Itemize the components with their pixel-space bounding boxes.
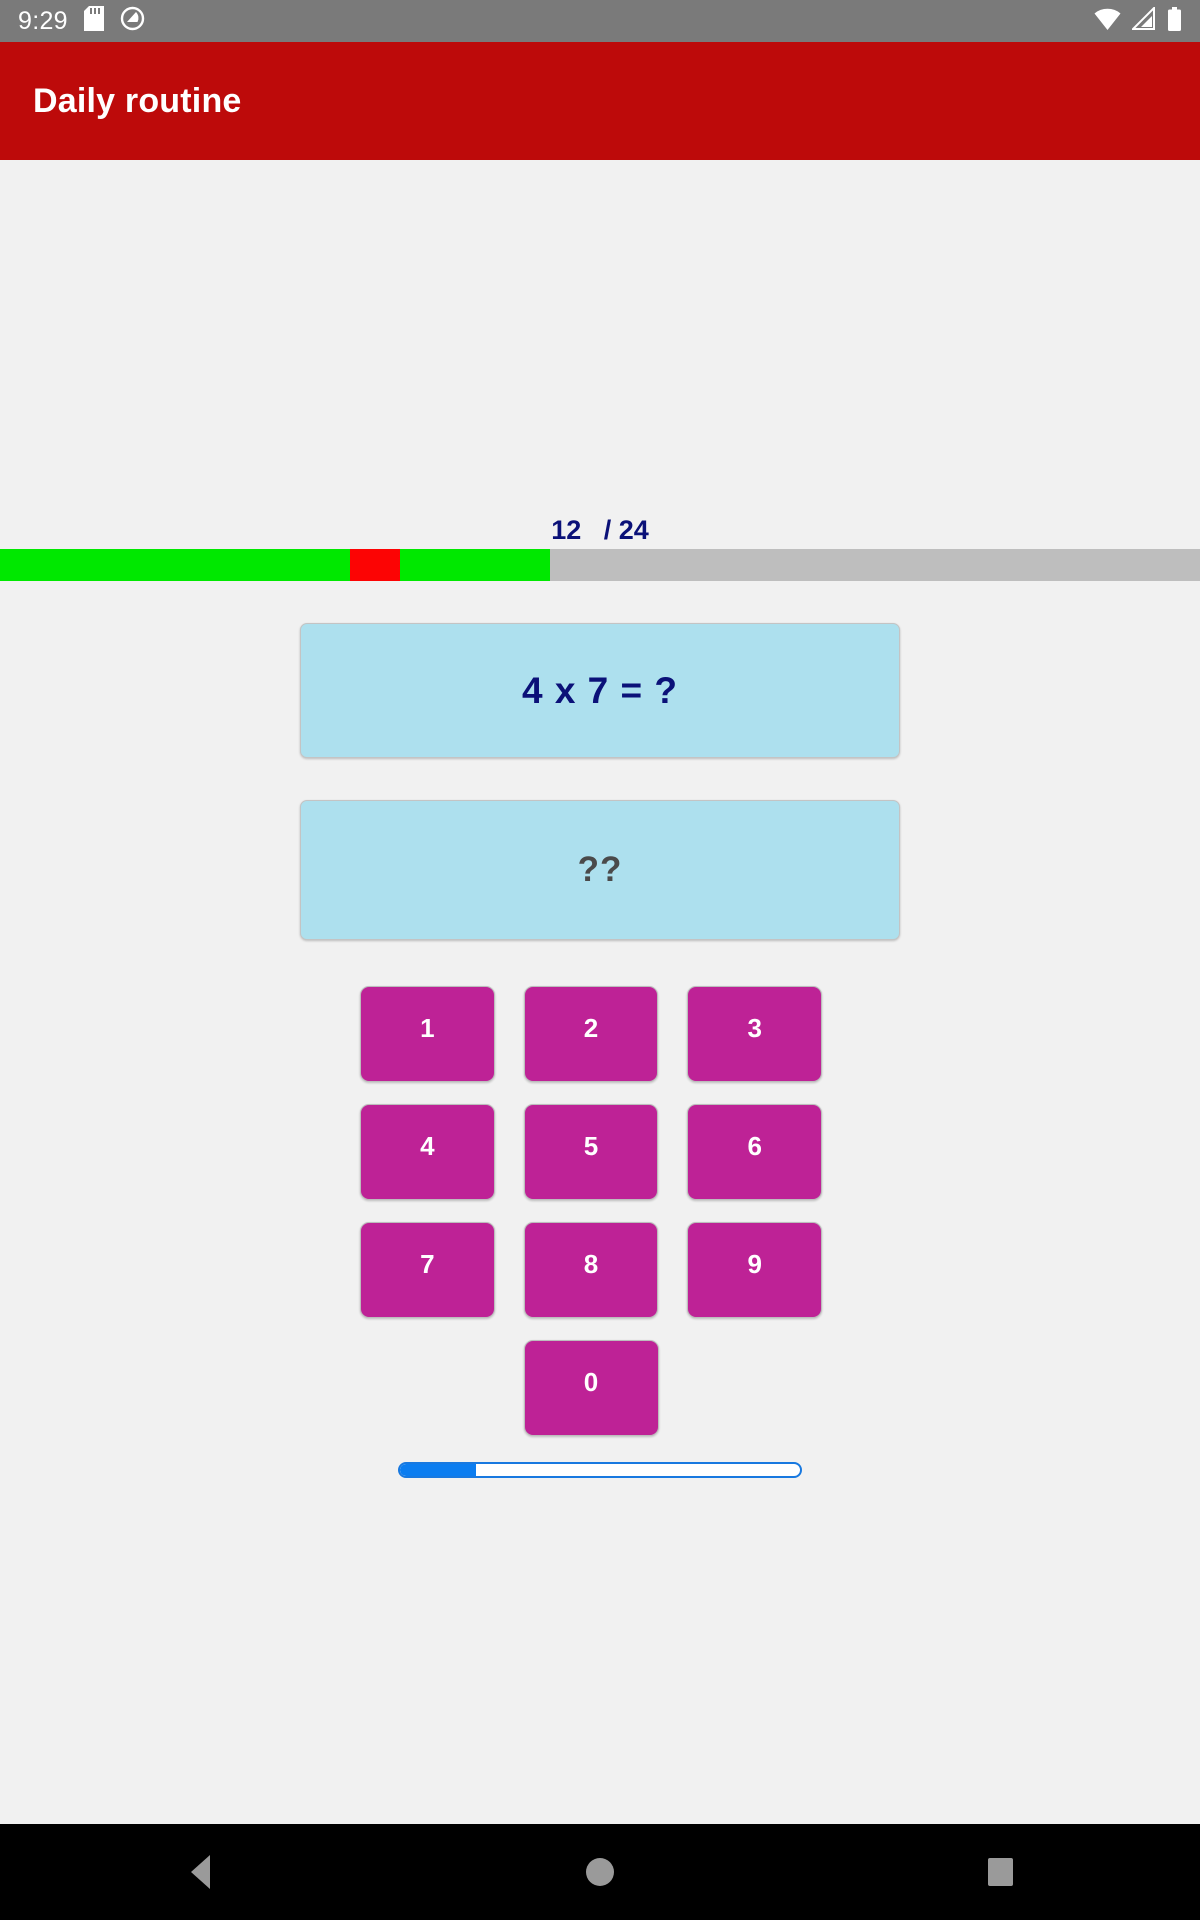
app-bar: Daily routine: [0, 42, 1200, 160]
status-bar-right-group: [1094, 5, 1182, 36]
timer-progress-bar[interactable]: [398, 1462, 802, 1478]
nav-recents-button[interactable]: [920, 1824, 1080, 1920]
do-not-disturb-icon: [120, 6, 145, 36]
key-7[interactable]: 7: [360, 1222, 495, 1318]
status-bar-left-group: 9:29: [18, 6, 145, 36]
history-segment-correct: [400, 549, 550, 581]
status-bar: 9:29: [0, 0, 1200, 42]
number-keypad: 1234567890: [360, 986, 823, 1458]
answer-text: ??: [577, 850, 623, 889]
question-counter: 12 / 24: [551, 515, 649, 545]
question-text: 4 x 7 = ?: [521, 669, 679, 711]
keypad-row: 789: [360, 1222, 823, 1318]
key-3[interactable]: 3: [687, 986, 823, 1082]
question-card: 4 x 7 = ?: [300, 623, 900, 758]
key-9[interactable]: 9: [687, 1222, 823, 1318]
timer-progress-fill: [400, 1464, 476, 1476]
history-segment-remaining: [550, 549, 1200, 581]
android-navigation-bar: [0, 1824, 1200, 1920]
key-6[interactable]: 6: [687, 1104, 823, 1200]
page-title: Daily routine: [33, 81, 242, 120]
battery-icon: [1167, 6, 1182, 36]
recents-square-icon: [987, 1858, 1013, 1886]
status-bar-clock: 9:29: [18, 6, 68, 35]
app-screen: 9:29 Daily routine 12 / 24 4 x 7 = ? ?? …: [0, 0, 1200, 1920]
nav-back-button[interactable]: [120, 1824, 280, 1920]
cell-signal-icon: [1130, 5, 1156, 35]
key-5[interactable]: 5: [523, 1104, 659, 1200]
wifi-icon: [1094, 7, 1121, 35]
history-segment-correct: [0, 549, 350, 581]
answer-history-strip: [0, 549, 1200, 581]
key-0[interactable]: 0: [523, 1340, 659, 1436]
main-content: 12 / 24 4 x 7 = ? ?? 1234567890: [0, 160, 1200, 1824]
key-4[interactable]: 4: [360, 1104, 495, 1200]
nav-home-button[interactable]: [520, 1824, 680, 1920]
keypad-row: 0: [360, 1340, 822, 1436]
keypad-row: 456: [360, 1104, 823, 1200]
keypad-row: 123: [360, 986, 823, 1082]
answer-display[interactable]: ??: [300, 800, 900, 940]
key-1[interactable]: 1: [360, 986, 495, 1082]
sd-card-icon: [83, 6, 104, 36]
history-segment-wrong: [350, 549, 400, 581]
key-2[interactable]: 2: [523, 986, 659, 1082]
home-circle-icon: [586, 1858, 614, 1886]
key-8[interactable]: 8: [523, 1222, 659, 1318]
back-triangle-icon: [190, 1855, 210, 1889]
